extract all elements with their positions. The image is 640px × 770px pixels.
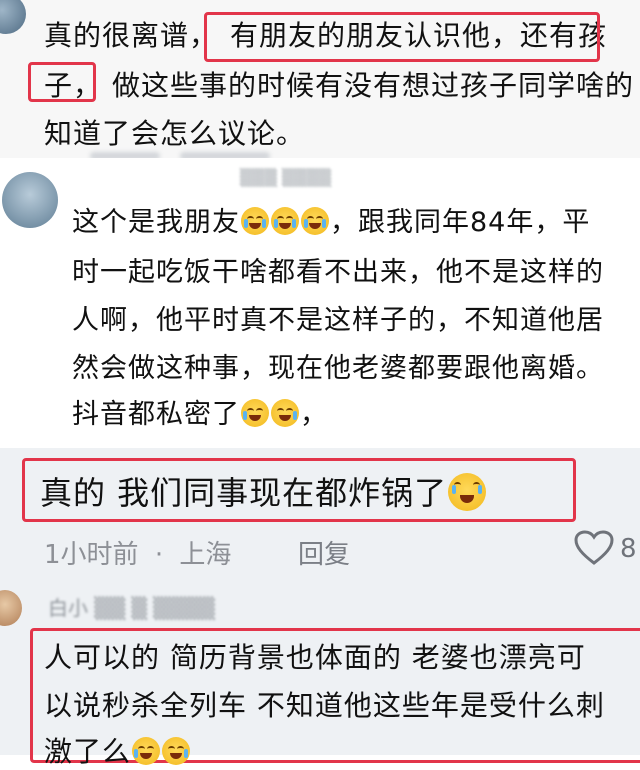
comment-text: 抖音都私密了 ， bbox=[72, 392, 328, 431]
comment-text: 真的 我们同事现在都炸锅了 bbox=[40, 468, 487, 514]
comment-text: 激了么 bbox=[44, 730, 191, 770]
grinning-face-with-sweat-icon bbox=[241, 399, 269, 427]
comment-text-segment: ， bbox=[300, 399, 328, 430]
loudly-crying-face-icon bbox=[271, 207, 299, 235]
comment-text: 然会做这种事，现在他老婆都要跟他离婚。 bbox=[72, 353, 604, 384]
user-avatar[interactable] bbox=[0, 0, 26, 34]
comment-text: 人可以的 简历背景也体面的 老婆也漂亮可 bbox=[44, 641, 586, 674]
comment-location: 上海 bbox=[179, 540, 232, 570]
comment-text: 时一起吃饭干啥都看不出来，他不是这样的 bbox=[72, 257, 604, 288]
comment-text-segment: 这个是我朋友 bbox=[72, 207, 240, 238]
reply-button[interactable]: 回复 bbox=[298, 534, 350, 571]
comment-text: 人啊，他平时真不是这样子的，不知道他居 bbox=[72, 305, 604, 336]
comment-text: 知道了会怎么议论。 bbox=[44, 117, 306, 150]
comment-text-segment: 激了么 bbox=[44, 735, 132, 768]
comment-text-segment: 抖音都私密了 bbox=[72, 399, 240, 430]
username-text[interactable]: 白小 bbox=[48, 596, 88, 620]
grinning-face-with-sweat-icon bbox=[132, 737, 161, 765]
heart-icon[interactable] bbox=[574, 530, 614, 566]
comment-text: 以说秒杀全列车 不知道他这些年是受什么刺 bbox=[44, 689, 605, 722]
loudly-crying-face-icon bbox=[241, 207, 269, 235]
user-avatar[interactable] bbox=[2, 172, 58, 228]
username-obscured[interactable]: ▒▒▒ ▒▒▒▒ bbox=[240, 168, 331, 187]
comment-text-segment: 真的很离谱， bbox=[44, 19, 219, 52]
comment-text: 这个是我朋友 ，跟我同年84年，平 bbox=[72, 200, 590, 239]
comment-time: 1小时前 bbox=[44, 540, 139, 570]
like-count: 8 bbox=[620, 534, 637, 564]
highlight-box bbox=[204, 12, 600, 62]
comment-text-segment: ，跟我同年84年，平 bbox=[330, 207, 591, 238]
grinning-face-with-sweat-icon bbox=[162, 737, 191, 765]
comment-text: 子， 做这些事的时候有没有想过孩子同学啥的 bbox=[44, 64, 634, 104]
comment-text-segment: 做这些事的时候有没有想过孩子同学啥的 bbox=[112, 69, 635, 102]
loudly-crying-face-icon bbox=[448, 473, 487, 511]
highlight-box bbox=[28, 62, 96, 102]
grinning-face-with-sweat-icon bbox=[271, 399, 299, 427]
comment-card-1: 真的很离谱， 有朋友的朋友认识他，还有孩 子， 做这些事的时候有没有想过孩子同学啥的… bbox=[0, 0, 640, 158]
meta-separator: · bbox=[154, 540, 164, 570]
username-obscured[interactable]: 白小 ▒▒ ▒ ▒▒▒▒ bbox=[48, 592, 215, 621]
comment-text-segment: 真的 我们同事现在都炸锅了 bbox=[40, 474, 448, 512]
comment-meta: 1小时前 · 上海 bbox=[44, 534, 231, 571]
loudly-crying-face-icon bbox=[301, 207, 329, 235]
